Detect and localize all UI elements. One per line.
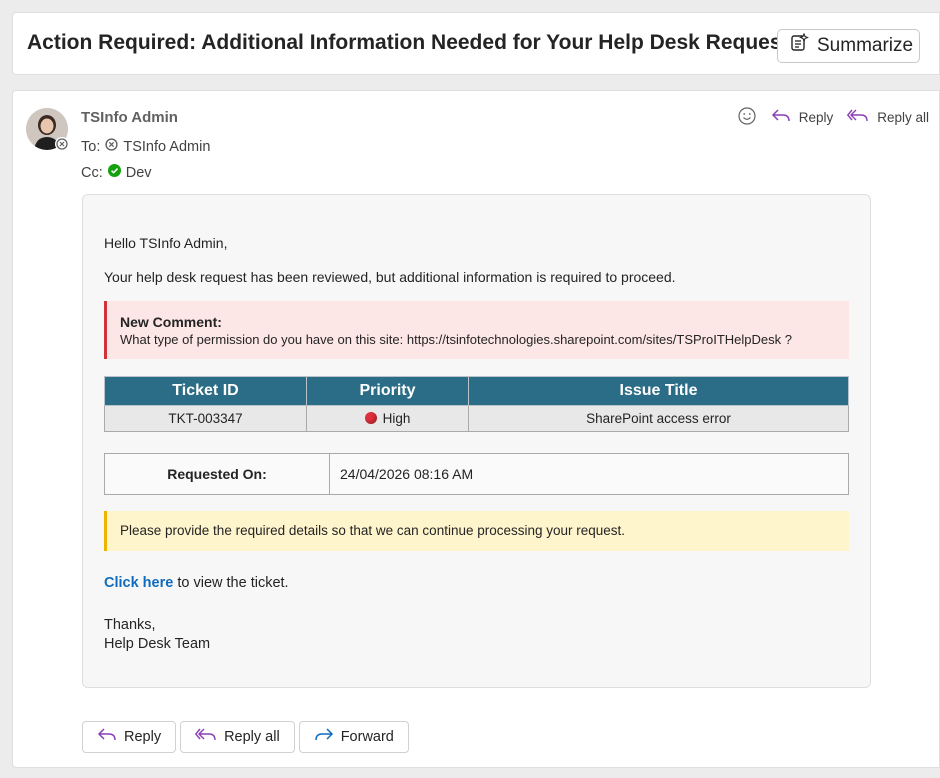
forward-label: Forward xyxy=(340,729,394,745)
click-here-link[interactable]: Click here xyxy=(104,575,173,591)
issue-title-header: Issue Title xyxy=(468,376,849,406)
ticket-id-header: Ticket ID xyxy=(104,376,307,406)
reply-button[interactable]: Reply xyxy=(82,721,177,753)
cc-label: Cc: xyxy=(81,164,103,181)
link-suffix: to view the ticket. xyxy=(173,575,289,591)
issue-title-cell: SharePoint access error xyxy=(468,405,849,432)
signoff: Thanks, Help Desk Team xyxy=(104,616,210,654)
bottom-actions: Reply Reply all Forward xyxy=(82,721,409,753)
message-body: Hello TSInfo Admin, Your help desk reque… xyxy=(82,194,871,688)
signature-text: Help Desk Team xyxy=(104,636,211,652)
to-recipient-name[interactable]: TSInfo Admin xyxy=(123,139,210,155)
comment-title: New Comment: xyxy=(120,314,222,330)
message-actions: Reply Reply all xyxy=(737,106,929,129)
intro-text: Your help desk request has been reviewed… xyxy=(104,269,676,285)
ticket-link-line: Click here to view the ticket. xyxy=(104,575,289,591)
reply-icon xyxy=(771,108,791,127)
priority-value: High xyxy=(382,411,411,426)
thanks-text: Thanks, xyxy=(104,617,156,633)
offline-status-icon xyxy=(105,138,118,155)
available-status-icon xyxy=(107,164,121,181)
reply-all-label: Reply all xyxy=(224,729,280,745)
cc-recipient-name[interactable]: Dev xyxy=(126,165,152,181)
emoji-react-icon[interactable] xyxy=(737,106,757,129)
reply-icon xyxy=(97,727,117,747)
reply-all-icon xyxy=(847,108,869,127)
summarize-icon xyxy=(789,32,809,59)
priority-header: Priority xyxy=(306,376,469,406)
priority-cell: High xyxy=(306,405,469,432)
presence-offline-icon xyxy=(55,137,69,151)
cc-recipients: Cc: Dev xyxy=(81,164,152,181)
comment-text: What type of permission do you have on t… xyxy=(120,332,792,347)
to-recipients: To: TSInfo Admin xyxy=(81,138,210,155)
table-row: Requested On: 24/04/2026 08:16 AM xyxy=(104,453,849,495)
reply-button-top[interactable]: Reply xyxy=(771,108,834,127)
forward-button[interactable]: Forward xyxy=(298,721,409,753)
reply-label: Reply xyxy=(798,110,834,125)
requested-value: 24/04/2026 08:16 AM xyxy=(329,453,849,495)
reply-label: Reply xyxy=(124,729,162,745)
reply-all-button-top[interactable]: Reply all xyxy=(847,108,929,127)
forward-icon xyxy=(314,727,334,747)
sender-name[interactable]: TSInfo Admin xyxy=(81,109,178,126)
to-label: To: xyxy=(81,138,101,155)
reply-all-button[interactable]: Reply all xyxy=(180,721,295,753)
ticket-id-cell: TKT-003347 xyxy=(104,405,307,432)
email-subject: Action Required: Additional Information … xyxy=(27,31,789,54)
comment-box: New Comment: What type of permission do … xyxy=(104,301,849,359)
ticket-header-row: Ticket ID Priority Issue Title xyxy=(104,376,849,406)
greeting: Hello TSInfo Admin, xyxy=(104,235,228,251)
message-card: TSInfo Admin To: TSInfo Admin Cc: Dev Re… xyxy=(12,90,940,768)
reply-all-label: Reply all xyxy=(877,110,929,125)
subject-header: Action Required: Additional Information … xyxy=(12,12,940,75)
notice-box: Please provide the required details so t… xyxy=(104,511,849,551)
priority-dot-icon xyxy=(364,412,377,424)
ticket-table: Ticket ID Priority Issue Title TKT-00334… xyxy=(104,376,849,432)
summarize-button[interactable]: Summarize xyxy=(777,29,920,63)
requested-table: Requested On: 24/04/2026 08:16 AM xyxy=(104,453,849,495)
table-row: TKT-003347 High SharePoint access error xyxy=(104,405,849,432)
reply-all-icon xyxy=(194,727,217,747)
requested-label: Requested On: xyxy=(104,453,330,495)
summarize-label: Summarize xyxy=(817,35,914,56)
